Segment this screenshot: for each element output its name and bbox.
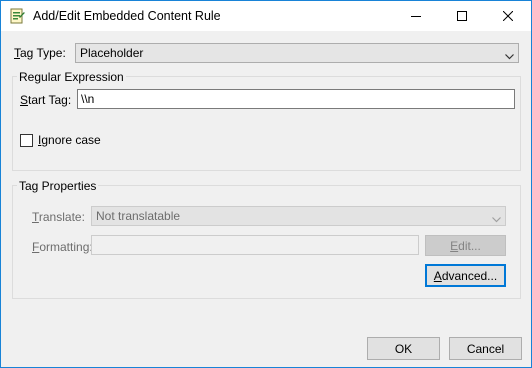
translate-value: Not translatable [96, 209, 181, 223]
tag-properties-group-title: Tag Properties [17, 179, 99, 193]
window-title: Add/Edit Embedded Content Rule [33, 9, 221, 23]
tag-type-dropdown[interactable]: Placeholder [75, 43, 519, 63]
translate-label: Translate: [32, 210, 85, 224]
title-bar[interactable]: Add/Edit Embedded Content Rule [1, 1, 531, 31]
close-button[interactable] [485, 1, 531, 31]
ignore-case-label[interactable]: Ignore case [38, 133, 101, 147]
regular-expression-group-title: Regular Expression [17, 70, 126, 84]
minimize-button[interactable] [393, 1, 439, 31]
ok-button[interactable]: OK [367, 337, 440, 360]
ignore-case-checkbox[interactable] [20, 134, 33, 147]
edit-button[interactable]: Edit... [425, 235, 506, 256]
cancel-button[interactable]: Cancel [449, 337, 522, 360]
tag-type-label: Tag Type: [14, 46, 66, 60]
maximize-icon [457, 11, 467, 21]
advanced-button[interactable]: Advanced... [425, 264, 506, 287]
formatting-label: Formatting: [32, 240, 93, 254]
close-icon [503, 11, 513, 21]
chevron-down-icon [505, 49, 514, 63]
dialog-window: Add/Edit Embedded Content Rule Tag Type:… [0, 0, 532, 368]
chevron-down-icon [492, 212, 501, 226]
rule-editor-icon [9, 8, 25, 24]
translate-dropdown[interactable]: Not translatable [91, 206, 506, 226]
tag-type-value: Placeholder [80, 46, 144, 60]
start-tag-label: Start Tag: [20, 93, 72, 107]
start-tag-value: \\n [81, 92, 95, 106]
minimize-icon [411, 11, 421, 21]
formatting-input[interactable] [91, 235, 419, 255]
start-tag-input[interactable]: \\n [77, 89, 515, 109]
maximize-button[interactable] [439, 1, 485, 31]
